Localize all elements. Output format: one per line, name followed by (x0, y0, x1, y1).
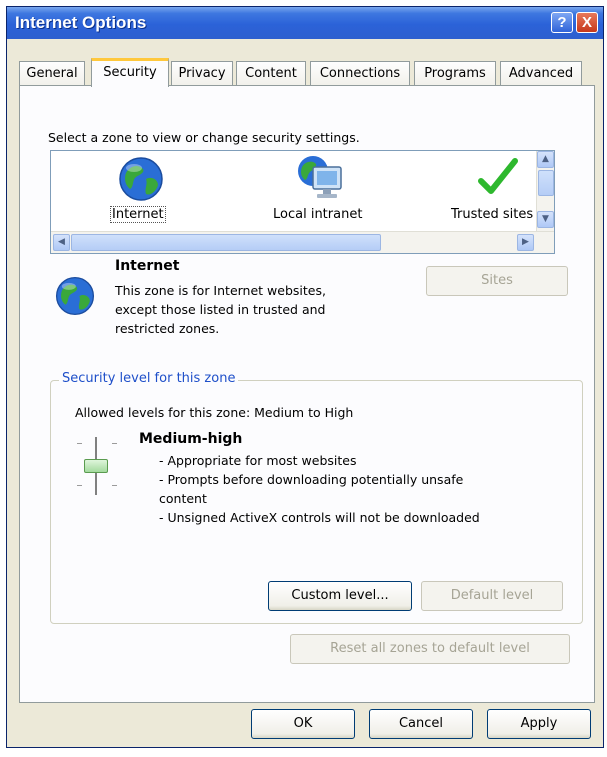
zone-list[interactable]: Internet Local intranet Trusted sites ▲ … (50, 150, 555, 254)
zone-description-line-3: restricted zones. (115, 321, 220, 336)
level-bullet-2-continued: content (159, 491, 207, 506)
slider-thumb[interactable] (84, 459, 108, 473)
title-bar[interactable]: Internet Options ? X (7, 7, 603, 39)
level-name: Medium-high (139, 431, 243, 447)
zone-local-intranet-label: Local intranet (273, 207, 363, 222)
security-tab-panel: Select a zone to view or change security… (19, 85, 595, 703)
level-bullet-3: - Unsigned ActiveX controls will not be … (159, 510, 480, 525)
slider-tick (77, 485, 82, 486)
zone-instruction: Select a zone to view or change security… (48, 130, 360, 145)
selected-zone-globe-icon (55, 276, 95, 316)
scroll-right-icon[interactable]: ▶ (517, 234, 534, 251)
slider-tick (112, 443, 117, 444)
help-button[interactable]: ? (551, 12, 573, 33)
tab-general[interactable]: General (19, 61, 85, 86)
tab-privacy[interactable]: Privacy (171, 61, 233, 86)
zone-list-vertical-scrollbar[interactable]: ▲ ▼ (536, 151, 554, 231)
zone-internet-label: Internet (110, 206, 166, 223)
level-bullet-2: - Prompts before downloading potentially… (159, 472, 464, 487)
security-level-group: Security level for this zone Allowed lev… (50, 371, 583, 624)
zone-description-line-1: This zone is for Internet websites, (115, 283, 326, 298)
tab-security[interactable]: Security (91, 58, 169, 87)
tab-advanced[interactable]: Advanced (500, 61, 582, 86)
window-title: Internet Options (15, 13, 147, 32)
close-button[interactable]: X (576, 12, 598, 33)
scroll-left-icon[interactable]: ◀ (53, 234, 70, 251)
zone-list-horizontal-scrollbar[interactable]: ◀ ▶ (51, 231, 554, 253)
cancel-button[interactable]: Cancel (369, 709, 473, 739)
security-level-group-title: Security level for this zone (59, 371, 239, 386)
reset-all-zones-button[interactable]: Reset all zones to default level (290, 634, 570, 664)
tab-connections[interactable]: Connections (310, 61, 410, 86)
scroll-down-icon[interactable]: ▼ (537, 211, 554, 228)
slider-tick (112, 485, 117, 486)
internet-options-dialog: Internet Options ? X General Security Pr… (6, 6, 604, 748)
horizontal-scroll-thumb[interactable] (71, 234, 381, 251)
tab-strip: General Security Privacy Content Connect… (19, 58, 595, 87)
default-level-button[interactable]: Default level (421, 581, 563, 611)
level-bullet-1: - Appropriate for most websites (159, 453, 357, 468)
tab-programs[interactable]: Programs (414, 61, 496, 86)
selected-zone-name: Internet (115, 258, 180, 274)
scroll-up-icon[interactable]: ▲ (537, 151, 554, 168)
slider-tick (77, 443, 82, 444)
custom-level-button[interactable]: Custom level... (268, 581, 412, 611)
zone-trusted-sites-label: Trusted sites (451, 207, 534, 222)
apply-button[interactable]: Apply (487, 709, 591, 739)
tab-content[interactable]: Content (236, 61, 306, 86)
zone-description-line-2: except those listed in trusted and (115, 302, 326, 317)
ok-button[interactable]: OK (251, 709, 355, 739)
vertical-scroll-thumb[interactable] (538, 170, 554, 196)
sites-button[interactable]: Sites (426, 266, 568, 296)
globe-icon (119, 157, 163, 201)
computer-network-icon (298, 156, 342, 198)
allowed-levels-text: Allowed levels for this zone: Medium to … (75, 405, 354, 420)
checkmark-icon (478, 158, 518, 194)
